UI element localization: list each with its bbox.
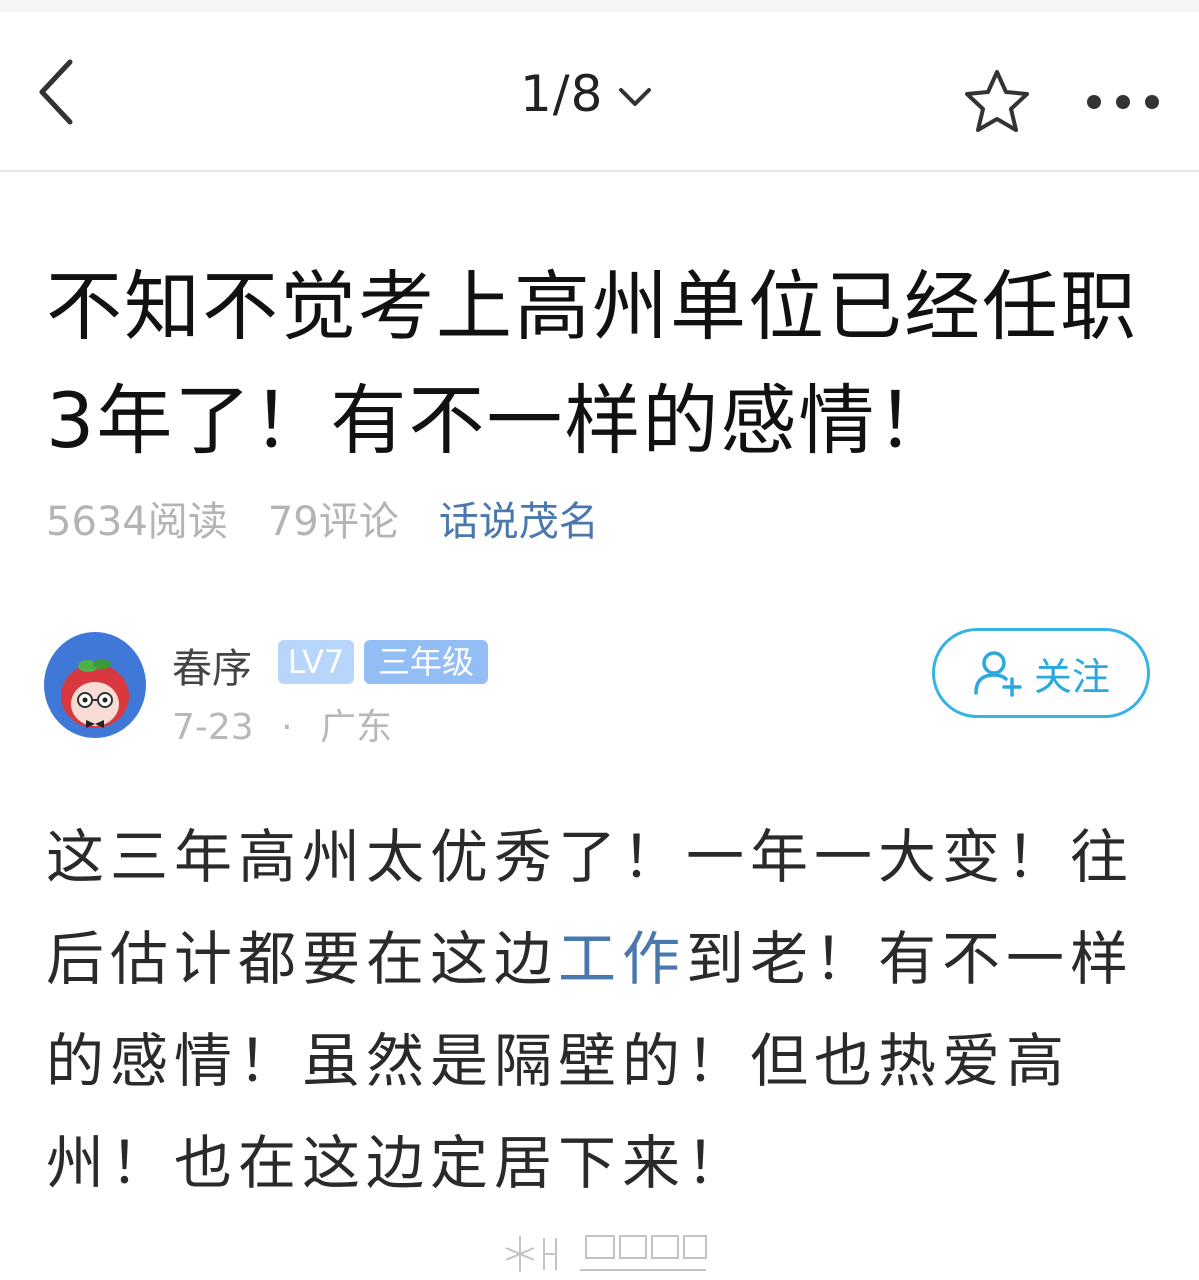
- top-nav-bar: 1/8: [0, 12, 1199, 172]
- favorite-button[interactable]: [960, 66, 1034, 140]
- page-indicator: 1/8: [520, 65, 604, 123]
- watermark-logo: [500, 1232, 710, 1276]
- post-title: 不知不觉考上高州单位已经任职3年了！有不一样的感情！: [46, 262, 1138, 465]
- level-badge: LV7: [278, 640, 354, 684]
- keyword-link[interactable]: 工作: [558, 925, 686, 993]
- star-icon: [965, 70, 1029, 132]
- grade-badge: 三年级: [364, 640, 488, 684]
- post-info: 7-23 · 广东: [172, 698, 392, 750]
- post-location: 广东: [320, 707, 393, 748]
- avatar[interactable]: [44, 632, 146, 738]
- follow-button[interactable]: 关注: [932, 628, 1150, 718]
- info-separator: ·: [281, 707, 293, 748]
- topic-link[interactable]: 话说茂名: [439, 489, 599, 547]
- add-user-icon: [974, 651, 1022, 697]
- follow-label: 关注: [1033, 654, 1110, 699]
- author-name[interactable]: 春序: [172, 636, 252, 694]
- back-arrow-icon: [39, 59, 73, 125]
- more-icon: [1087, 95, 1159, 109]
- chevron-down-icon: [619, 88, 652, 106]
- post-body: 这三年高州太优秀了！一年一大变！往后估计都要在这边工作到老！有不一样的感情！虽然…: [46, 806, 1161, 1214]
- more-options-button[interactable]: [1080, 84, 1166, 120]
- post-meta: 5634阅读 79评论 话说茂名: [46, 488, 599, 548]
- read-count: 5634阅读: [46, 499, 228, 545]
- avatar-image: [44, 632, 146, 738]
- post-date: 7-23: [172, 707, 254, 748]
- back-button[interactable]: [30, 52, 90, 132]
- status-strip: [0, 0, 1199, 12]
- comment-count: 79评论: [267, 499, 399, 545]
- watermark-graphic: [505, 1235, 707, 1272]
- page-selector[interactable]: 1/8: [520, 64, 653, 124]
